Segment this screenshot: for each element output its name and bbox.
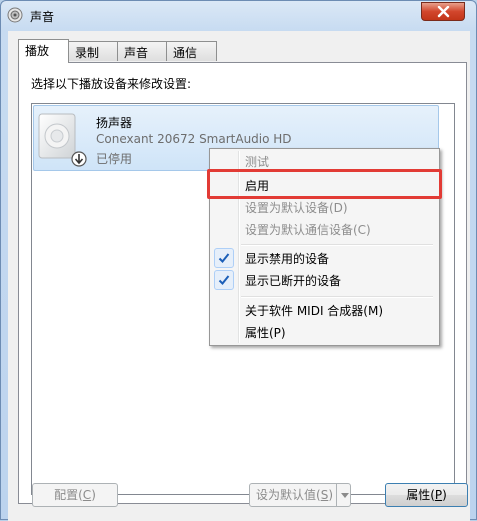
- tab-communications[interactable]: 通信: [166, 41, 217, 61]
- check-mark: [214, 248, 234, 268]
- tab-sounds[interactable]: 声音: [117, 41, 167, 61]
- device-status: 已停用: [96, 152, 133, 166]
- enable-highlight-box: [207, 169, 442, 199]
- device-description: Conexant 20672 SmartAudio HD: [96, 132, 292, 146]
- menu-label: 关于软件 MIDI 合成器(M): [245, 304, 384, 318]
- set-default-dropdown[interactable]: [336, 484, 353, 506]
- close-icon: [437, 6, 450, 18]
- checkmark-icon: [218, 275, 230, 285]
- menu-item-properties[interactable]: 属性(P): [212, 322, 437, 344]
- menu-label: 显示已断开的设备: [245, 274, 342, 288]
- window-title: 声音: [30, 10, 55, 24]
- menu-label: 属性(P): [245, 326, 286, 340]
- speaker-icon: [38, 113, 87, 167]
- menu-separator: [241, 296, 433, 298]
- close-button[interactable]: [421, 2, 465, 21]
- set-default-button[interactable]: 设为默认值(S): [249, 483, 351, 507]
- tab-recording[interactable]: 录制: [68, 41, 118, 61]
- menu-item-show-disabled[interactable]: 显示禁用的设备: [212, 248, 437, 270]
- configure-label: 配置(: [54, 488, 83, 502]
- menu-label: 设置为默认通信设备(C): [245, 223, 371, 237]
- menu-label: 显示禁用的设备: [245, 252, 330, 266]
- set-default-label: 设为默认值(: [256, 488, 321, 502]
- menu-label: 设置为默认设备(D): [245, 201, 348, 215]
- check-mark: [214, 270, 234, 290]
- title-bar[interactable]: 声音: [1, 1, 476, 31]
- device-name: 扬声器: [96, 116, 133, 130]
- instruction-text: 选择以下播放设备来修改设置:: [31, 77, 192, 91]
- configure-button[interactable]: 配置(C): [32, 483, 118, 507]
- chevron-down-icon: [341, 493, 349, 498]
- sound-app-icon: [7, 7, 23, 23]
- configure-accel: C: [82, 488, 92, 502]
- set-default-close: ): [328, 488, 333, 502]
- menu-separator: [241, 244, 433, 246]
- set-default-text: 设为默认值(S): [256, 484, 333, 506]
- sound-dialog: 声音 播放 录制 声音 通信 选择以下播放设备来修改设置: 扬声器 Conexa…: [0, 0, 477, 521]
- properties-close: ): [442, 488, 447, 502]
- menu-item-set-default-comm[interactable]: 设置为默认通信设备(C): [212, 219, 437, 241]
- configure-close: ): [91, 488, 96, 502]
- menu-item-about-midi[interactable]: 关于软件 MIDI 合成器(M): [212, 300, 437, 322]
- menu-item-show-disconnected[interactable]: 显示已断开的设备: [212, 270, 437, 292]
- menu-item-set-default[interactable]: 设置为默认设备(D): [212, 197, 437, 219]
- checkmark-icon: [218, 253, 230, 263]
- properties-button[interactable]: 属性(P): [385, 483, 468, 507]
- tab-playback[interactable]: 播放: [18, 39, 69, 63]
- properties-label: 属性(: [406, 488, 435, 502]
